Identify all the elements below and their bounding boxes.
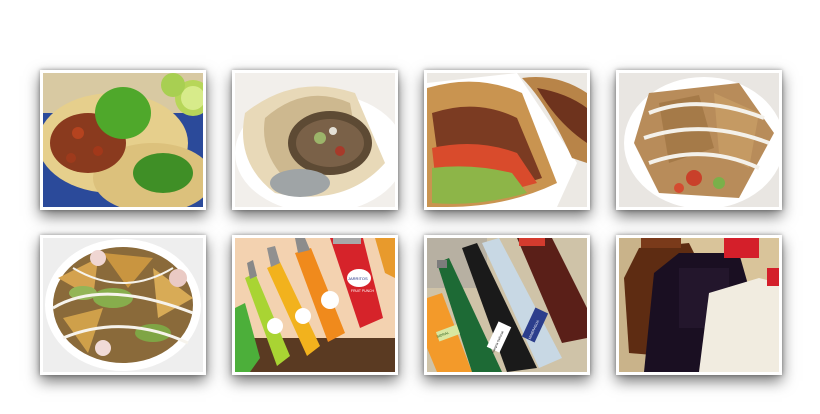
photo-jarritos-sodas[interactable]: JARRITOS FRUIT PUNCH (232, 235, 398, 375)
photo-gallery: JARRITOS FRUIT PUNCH SIDRAL Sangría Seño… (0, 0, 820, 414)
jarritos-label: JARRITOS (348, 276, 368, 281)
photo-burrito[interactable] (232, 70, 398, 210)
bottled-drinks-image: SIDRAL Sangría Señorial MINERAGUA (427, 238, 587, 372)
agua-fresca-jugs-image (619, 238, 779, 372)
burrito-image (235, 73, 395, 207)
photo-nachos[interactable] (40, 235, 206, 375)
photo-agua-fresca-jugs[interactable] (616, 235, 782, 375)
photo-bottled-drinks[interactable]: SIDRAL Sangría Señorial MINERAGUA (424, 235, 590, 375)
photo-torta[interactable] (424, 70, 590, 210)
nachos-image (43, 238, 203, 372)
jarritos-sodas-image: JARRITOS FRUIT PUNCH (235, 238, 395, 372)
photo-quesadilla[interactable] (616, 70, 782, 210)
photo-tacos[interactable] (40, 70, 206, 210)
tacos-image (43, 73, 203, 207)
torta-image (427, 73, 587, 207)
quesadilla-image (619, 73, 779, 207)
fruit-punch-label: FRUIT PUNCH (351, 289, 374, 293)
